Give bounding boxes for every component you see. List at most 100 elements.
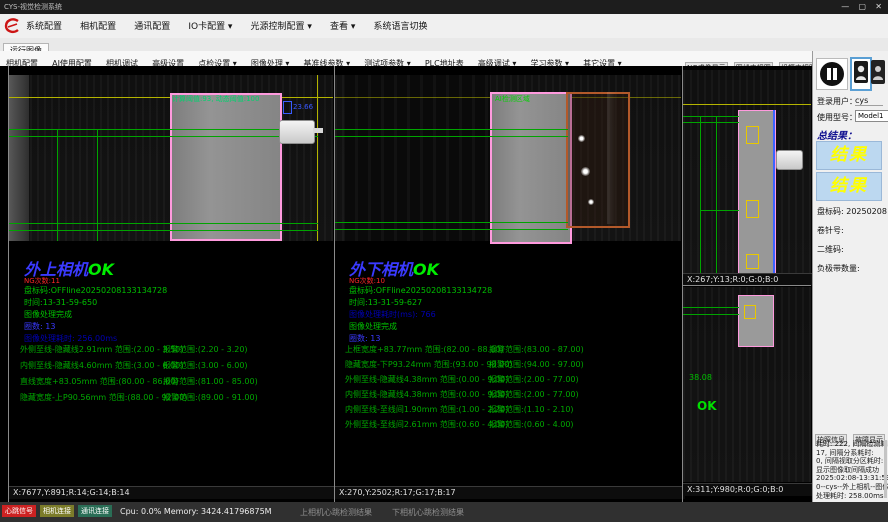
stats-scrollbar[interactable]	[884, 440, 887, 498]
camera1-measure-1: 外侧至线-隐藏线2.91mm 范围:(2.00 - 3.50)	[20, 344, 183, 355]
camera2-process-time: 图像处理耗时(ms): 766	[349, 309, 436, 320]
pause-icon	[818, 60, 846, 88]
needle-number-label: 卷针号:	[817, 225, 844, 236]
camera1-loop-count: 圈数: 13	[24, 321, 55, 332]
app-logo-icon	[4, 17, 22, 35]
menu-bar: 系统配置 相机配置 通讯配置 IO卡配置 ▾ 光源控制配置 ▾ 查看 ▾ 系统语…	[0, 14, 888, 39]
camera4-ok-badge: OK	[697, 399, 717, 413]
menu-io-config[interactable]: IO卡配置 ▾	[188, 22, 232, 32]
menu-system-config[interactable]: 系统配置	[26, 22, 62, 32]
window-controls: — ▢ ✕	[834, 0, 882, 14]
control-panel: 登录用户： cys 使用型号： Model1 总结果： 结果 结果 盘标码: 2…	[812, 51, 888, 502]
stats-line-6: 0--cys--外上相机--图像	[816, 483, 882, 492]
camera4-green-line-2	[683, 314, 739, 315]
camera1-edge-band	[9, 75, 29, 241]
camera-connection-indicator: 相机连接	[40, 505, 74, 517]
menu-view[interactable]: 查看 ▾	[330, 22, 355, 32]
camera3-yellow-line	[683, 104, 811, 105]
tab-strip: 运行图像	[0, 38, 888, 52]
camera3-marker-box-2	[746, 200, 759, 218]
model-value-field[interactable]: Model1	[855, 110, 888, 122]
menu-comm-config[interactable]: 通讯配置	[134, 22, 170, 32]
title-bar: CYS-视觉检测系统 — ▢ ✕	[0, 0, 888, 14]
reel-barcode-label: 盘标码: 20250208	[817, 206, 887, 217]
camera1-threshold-overlay: 计算阈值:93, 动态阈值:100	[172, 94, 259, 104]
camera4-marker-box	[744, 305, 756, 319]
camera2-pixel-readout: X:270,Y:2502;R:17;G:17;B:17	[335, 486, 685, 499]
window-title: CYS-视觉检测系统	[4, 0, 62, 14]
camera2-dark-band	[345, 75, 490, 241]
camera2-ai-roi-box	[566, 92, 630, 228]
camera3-green-vline-2	[716, 116, 717, 273]
camera3-image[interactable]	[683, 70, 811, 273]
camera1-alarm-3: 报警范围:(81.00 - 85.00)	[163, 376, 258, 387]
camera4-foil-strip	[738, 295, 774, 347]
camera3-green-line-1	[683, 116, 739, 117]
camera1-yellow-vline	[317, 75, 318, 241]
maximize-button[interactable]: ▢	[859, 2, 867, 11]
result-display-1: 结果	[816, 141, 882, 170]
menu-language-switch[interactable]: 系统语言切换	[374, 22, 428, 32]
pause-button[interactable]	[816, 58, 848, 90]
result-display-2: 结果	[816, 172, 882, 201]
camera2-measure-3: 外侧至线-隐藏线4.38mm 范围:(0.00 - 9.00)	[345, 374, 508, 385]
camera3-green-vline-1	[700, 116, 701, 273]
camera3-blue-edge-line	[773, 110, 775, 273]
camera2-green-line-1	[335, 129, 568, 130]
login-user-value[interactable]: cys	[855, 96, 883, 106]
login-user-label: 登录用户：	[817, 96, 857, 107]
status-bar: 心跳信号 相机连接 通讯连接 Cpu: 0.0% Memory: 3424.41…	[0, 502, 888, 522]
camera2-highlight	[607, 92, 617, 224]
camera2-measure-2: 隐藏宽度-下P93.24mm 范围:(93.00 - 98.00)	[345, 359, 512, 370]
user-icon	[871, 60, 885, 84]
stats-line-2: 17, 间隔分系耗时:	[816, 449, 882, 458]
camera1-measure-2: 内侧至线-隐藏线4.60mm 范围:(3.00 - 6.00)	[20, 360, 183, 371]
camera1-green-line-2	[9, 136, 318, 137]
camera2-time: 时间:13-31-59-627	[349, 297, 422, 308]
camera2-alarm-6: 报警范围:(0.60 - 4.00)	[489, 419, 574, 430]
right-panel-divider	[683, 285, 811, 286]
camera1-green-line-1	[9, 129, 318, 130]
heartbeat-indicator: 心跳信号	[2, 505, 36, 517]
camera2-measure-6: 外侧至线-至线间2.61mm 范围:(0.60 - 4.00)	[345, 419, 508, 430]
user-switch-button[interactable]	[871, 60, 885, 84]
stats-line-4: 显示图像取间隔成功	[816, 466, 882, 475]
camera2-image[interactable]: AI检测区域	[335, 75, 681, 241]
stats-line-3: 0, 间隔视取分区耗时:	[816, 457, 882, 466]
camera1-image[interactable]: 计算阈值:93, 动态阈值:100 23.66	[9, 75, 333, 241]
stats-line-7: 处理耗时: 258.00ms	[816, 492, 882, 501]
camera4-image[interactable]: 38.08 OK	[683, 287, 811, 482]
menu-camera-config[interactable]: 相机配置	[80, 22, 116, 32]
camera1-barcode: 盘标码:OFFline20250208133134728	[24, 285, 167, 296]
close-button[interactable]: ✕	[875, 2, 882, 11]
camera4-green-line-1	[683, 307, 739, 308]
menu-light-config[interactable]: 光源控制配置 ▾	[251, 22, 312, 32]
camera2-ai-roi-label: AI检测区域	[495, 94, 530, 104]
divider-left	[8, 66, 9, 502]
stats-line-1: 耗时: 222, 间隔检测耗时:	[816, 440, 882, 449]
divider-mid	[334, 66, 335, 502]
camera2-alarm-5: 报警范围:(1.10 - 2.10)	[489, 404, 574, 415]
operator-mode-button[interactable]	[850, 57, 872, 91]
operator-icon	[854, 61, 868, 83]
camera3-green-line-3	[700, 210, 739, 211]
camera2-done-status: 图像处理完成	[349, 321, 397, 332]
camera2-measure-1: 上框宽度+83.77mm 范围:(82.00 - 88.00)	[345, 344, 503, 355]
comm-connection-indicator: 通讯连接	[78, 505, 112, 517]
divider-right	[682, 66, 683, 502]
camera2-measure-5: 内侧至线-至线间1.90mm 范围:(1.00 - 2.20)	[345, 404, 508, 415]
camera2-spark-3	[588, 199, 594, 205]
camera1-alarm-1: 报警范围:(2.20 - 3.20)	[163, 344, 248, 355]
camera2-alarm-2: 报警范围:(94.00 - 97.00)	[489, 359, 584, 370]
camera1-green-line-3	[9, 223, 318, 224]
minimize-button[interactable]: —	[841, 2, 849, 11]
total-result-label: 总结果：	[817, 127, 857, 142]
camera2-green-line-3	[335, 222, 568, 223]
camera1-done-status: 图像处理完成	[24, 309, 72, 320]
camera2-ok-badge: OK	[413, 260, 439, 279]
camera1-green-line-4	[9, 230, 318, 231]
camera1-time: 时间:13-31-59-650	[24, 297, 97, 308]
camera1-blue-marker-value: 23.66	[293, 103, 313, 111]
camera1-green-vline-1	[57, 129, 58, 241]
camera1-foil-region	[170, 93, 282, 241]
